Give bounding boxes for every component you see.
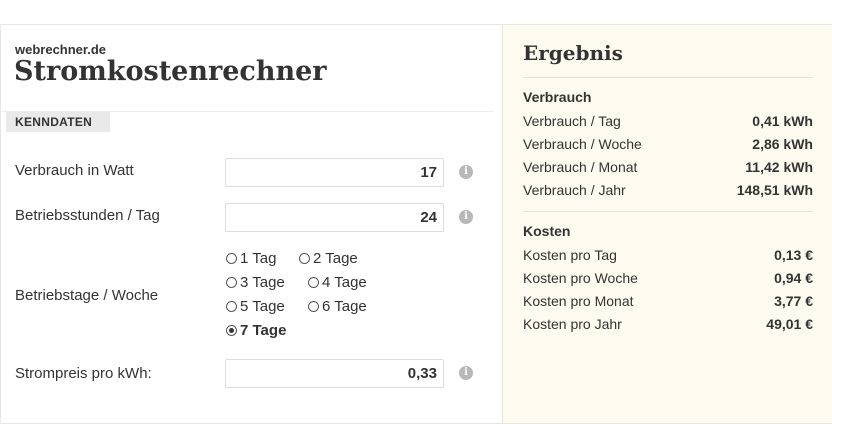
result-value: 3,77 €: [774, 293, 813, 309]
price-input[interactable]: [225, 359, 444, 388]
days-label: Betriebstage / Woche: [15, 287, 159, 304]
radio-circle[interactable]: [308, 277, 319, 288]
consumption-heading: Verbrauch: [523, 89, 592, 105]
radio-days-7[interactable]: 7 Tage: [226, 322, 286, 339]
info-icon[interactable]: i: [459, 165, 473, 179]
result-value: 0,13 €: [774, 247, 813, 263]
result-value: 0,94 €: [774, 270, 813, 286]
radio-days-6[interactable]: 6 Tage: [308, 298, 367, 315]
result-label: Verbrauch / Jahr: [523, 182, 626, 198]
radio-days-2[interactable]: 2 Tage: [299, 250, 358, 267]
radio-label: 7 Tage: [240, 322, 287, 339]
radio-label: 4 Tage: [322, 274, 367, 291]
result-label: Kosten pro Tag: [523, 247, 617, 263]
result-label: Verbrauch / Tag: [523, 113, 621, 129]
input-panel: webrechner.de Stromkostenrechner KENNDAT…: [1, 25, 501, 423]
brand-name: webrechner.de: [15, 42, 107, 57]
radio-days-4[interactable]: 4 Tage: [308, 274, 367, 291]
radio-circle[interactable]: [226, 301, 237, 312]
radio-circle[interactable]: [308, 301, 319, 312]
divider: [523, 211, 813, 212]
info-icon[interactable]: i: [459, 366, 473, 380]
result-value: 2,86 kWh: [752, 136, 813, 152]
section-label-kenndaten: KENNDATEN: [6, 112, 110, 132]
radio-circle[interactable]: [226, 253, 237, 264]
hours-label: Betriebsstunden / Tag: [15, 207, 160, 224]
radio-circle[interactable]: [226, 277, 237, 288]
result-panel: Ergebnis Verbrauch Verbrauch / Tag 0,41 …: [502, 25, 832, 423]
watt-input[interactable]: [225, 158, 444, 187]
watt-label: Verbrauch in Watt: [15, 162, 134, 179]
result-label: Kosten pro Woche: [523, 270, 638, 286]
result-label: Kosten pro Jahr: [523, 316, 622, 332]
result-title: Ergebnis: [523, 41, 623, 65]
radio-label: 5 Tage: [240, 298, 285, 315]
result-value: 148,51 kWh: [736, 182, 813, 198]
radio-label: 2 Tage: [313, 250, 358, 267]
radio-label: 6 Tage: [322, 298, 367, 315]
hours-input[interactable]: [225, 203, 444, 232]
cost-heading: Kosten: [523, 223, 571, 239]
radio-label: 3 Tage: [240, 274, 285, 291]
radio-days-1[interactable]: 1 Tag: [226, 250, 276, 267]
info-icon[interactable]: i: [459, 210, 473, 224]
radio-days-5[interactable]: 5 Tage: [226, 298, 285, 315]
radio-circle-selected[interactable]: [226, 325, 237, 336]
radio-days-3[interactable]: 3 Tage: [226, 274, 285, 291]
radio-label: 1 Tag: [240, 250, 277, 267]
result-value: 49,01 €: [766, 316, 813, 332]
price-label: Strompreis pro kWh:: [15, 365, 152, 382]
radio-circle[interactable]: [299, 253, 310, 264]
divider: [523, 77, 813, 78]
calculator-card: webrechner.de Stromkostenrechner KENNDAT…: [0, 24, 832, 424]
result-value: 11,42 kWh: [745, 159, 813, 175]
result-label: Verbrauch / Monat: [523, 159, 638, 175]
page-title: Stromkostenrechner: [14, 56, 327, 87]
result-label: Verbrauch / Woche: [523, 136, 642, 152]
result-label: Kosten pro Monat: [523, 293, 634, 309]
result-value: 0,41 kWh: [752, 113, 813, 129]
